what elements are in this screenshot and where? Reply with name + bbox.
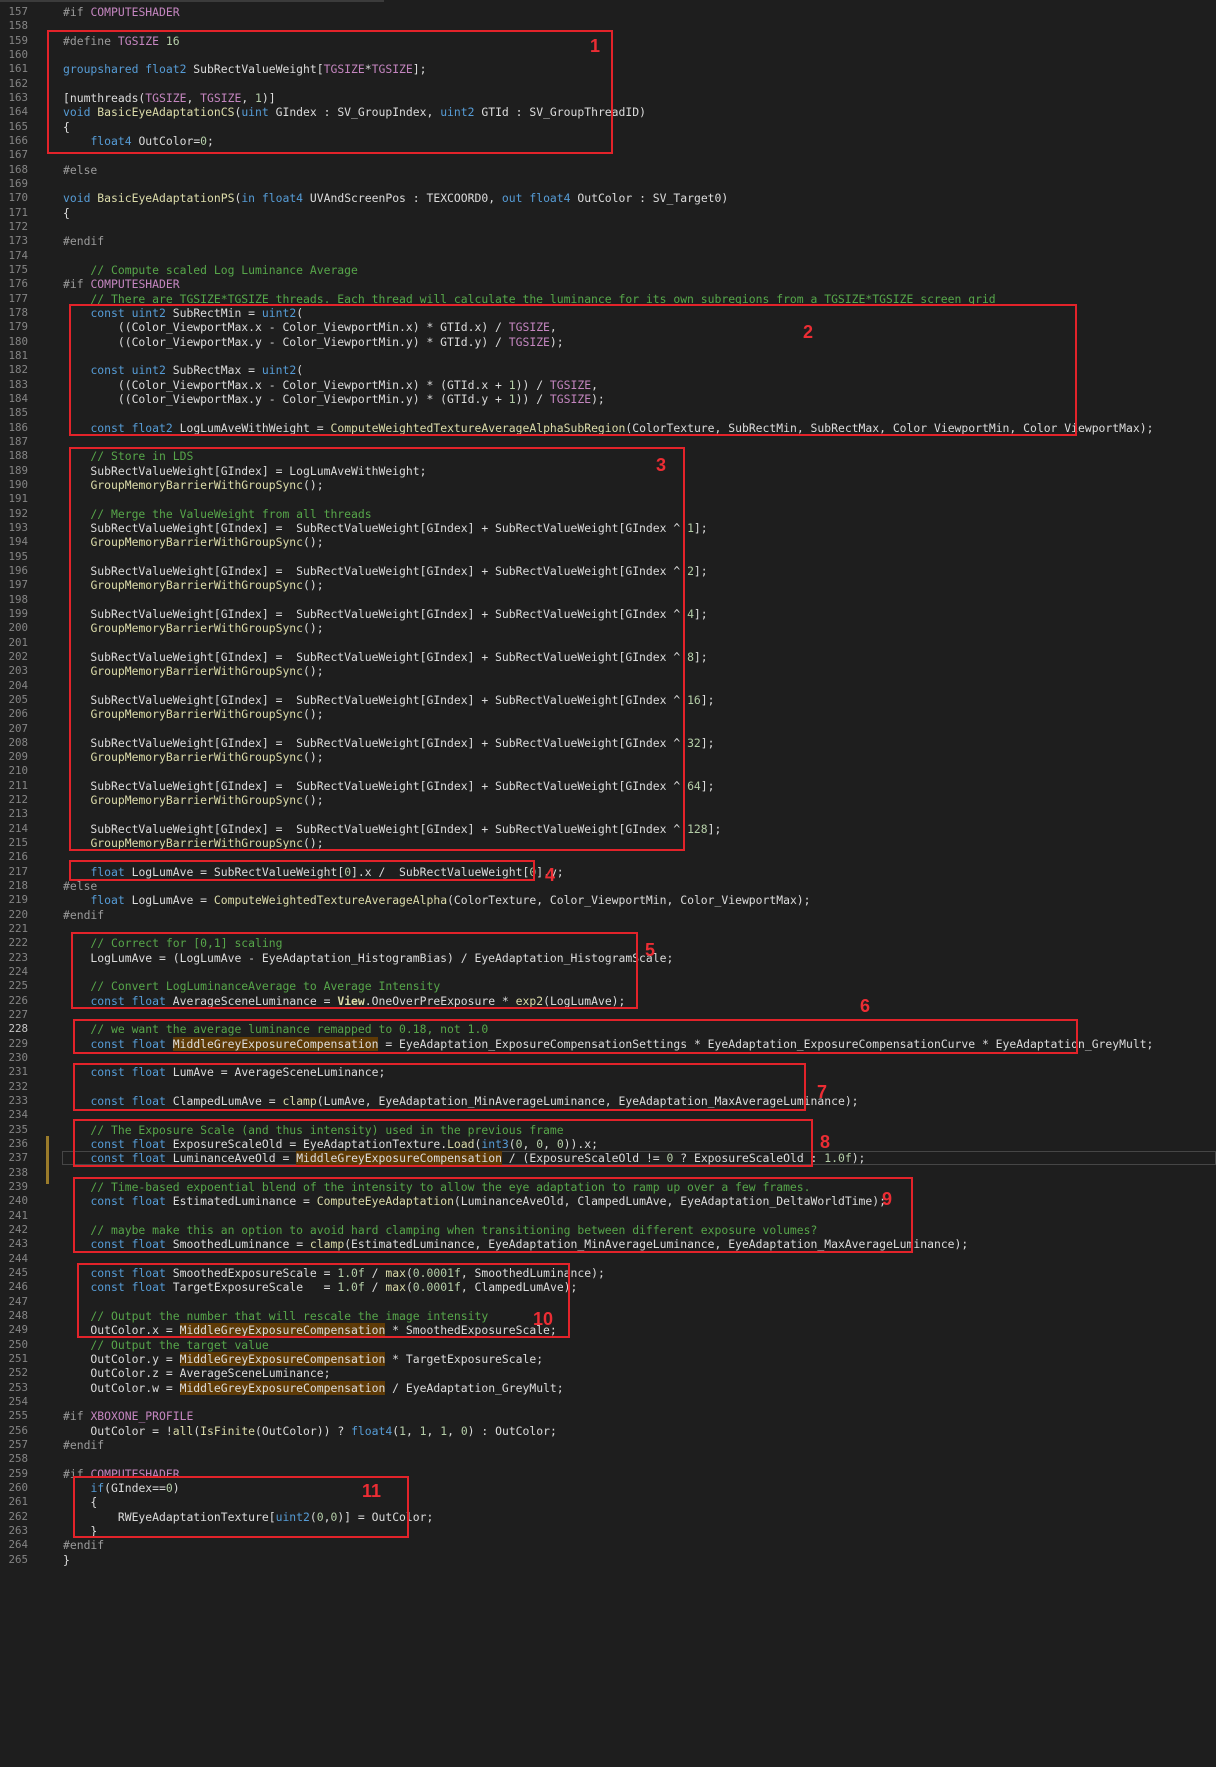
- annotation-box: [77, 1263, 570, 1338]
- annotation-box: [73, 1063, 806, 1111]
- annotation-box: [73, 1476, 409, 1538]
- annotation-label: 9: [882, 1189, 893, 1209]
- annotation-label: 3: [656, 455, 667, 475]
- annotation-box: [69, 304, 1077, 436]
- annotation-label: 1: [590, 36, 601, 56]
- annotation-label: 11: [362, 1481, 382, 1501]
- annotation-label: 8: [820, 1132, 831, 1152]
- annotation-label: 5: [645, 940, 656, 960]
- code-text[interactable]: }: [63, 1552, 70, 1568]
- annotation-box: [73, 1019, 1078, 1054]
- code-editor[interactable]: 157 #if COMPUTESHADER 158 159 #define TGSIZE…: [0, 0, 1216, 1767]
- annotation-label: 10: [533, 1309, 554, 1329]
- code-line[interactable]: 265}: [0, 1552, 1216, 1568]
- editor-top-rule: [0, 0, 384, 2]
- annotation-box: [71, 932, 638, 1009]
- annotation-box: [73, 1177, 913, 1253]
- annotation-box: [69, 447, 685, 851]
- annotation-box: [69, 860, 535, 881]
- annotation-label: 4: [545, 865, 556, 885]
- annotation-label: 6: [860, 996, 871, 1016]
- annotation-box: [73, 1119, 813, 1167]
- annotation-label: 2: [803, 322, 814, 342]
- line-number: 265: [8, 1552, 28, 1566]
- annotation-label: 7: [817, 1082, 828, 1102]
- annotation-box: [47, 30, 613, 154]
